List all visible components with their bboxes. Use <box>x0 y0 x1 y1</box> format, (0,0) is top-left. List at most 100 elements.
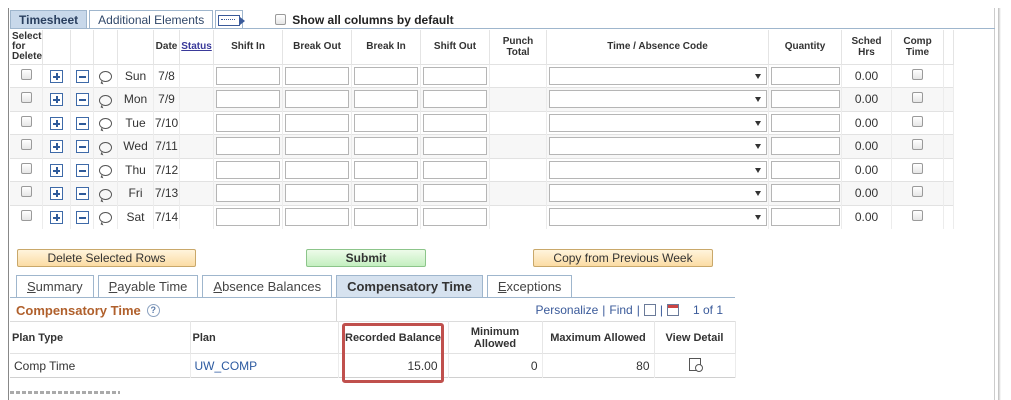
comp-time-checkbox[interactable] <box>912 68 924 80</box>
tab-additional-elements[interactable]: Additional Elements <box>89 10 214 29</box>
break-in-field[interactable] <box>354 66 419 85</box>
summary-tab-underline <box>10 297 735 298</box>
tab-absence-balances[interactable]: Absence Balances <box>202 275 333 297</box>
tab-exceptions[interactable]: Exceptions <box>486 275 573 297</box>
break-in-field[interactable] <box>354 184 419 203</box>
copy-from-previous-week-button[interactable]: Copy from Previous Week <box>533 249 713 267</box>
break-in-field[interactable] <box>354 137 419 156</box>
tab-summary[interactable]: Summary <box>16 275 94 297</box>
cut-off-text <box>10 388 130 394</box>
add-row-icon[interactable] <box>50 187 64 201</box>
comp-time-checkbox[interactable] <box>912 162 924 174</box>
time-absence-code-select[interactable] <box>548 113 767 132</box>
select-delete-checkbox[interactable] <box>20 210 32 221</box>
comment-icon[interactable] <box>99 71 113 83</box>
quantity-field[interactable] <box>770 208 840 226</box>
comp-time-checkbox[interactable] <box>912 139 924 151</box>
add-row-icon[interactable] <box>50 93 64 107</box>
shift-out-field[interactable] <box>423 137 488 156</box>
tab-timesheet[interactable]: Timesheet <box>10 10 88 29</box>
quantity-field[interactable] <box>770 184 840 203</box>
view-all-icon[interactable] <box>643 304 656 316</box>
delete-row-icon[interactable] <box>75 69 89 83</box>
quantity-field[interactable] <box>770 137 840 156</box>
delete-row-icon[interactable] <box>75 211 89 225</box>
delete-row-icon[interactable] <box>75 163 89 177</box>
comment-icon[interactable] <box>99 212 113 224</box>
shift-in-field[interactable] <box>216 137 281 156</box>
quantity-field[interactable] <box>770 113 840 132</box>
break-out-field[interactable] <box>285 66 350 85</box>
date-label: 7/8 <box>153 63 181 88</box>
break-in-field[interactable] <box>354 113 419 132</box>
show-all-checkbox[interactable] <box>275 14 287 25</box>
break-out-field[interactable] <box>285 113 350 132</box>
show-all-columns-toggle[interactable] <box>215 10 246 29</box>
tab-compensatory-time[interactable]: Compensatory Time <box>336 275 483 297</box>
select-delete-checkbox[interactable] <box>20 68 32 80</box>
submit-button[interactable]: Submit <box>306 249 426 267</box>
comment-icon[interactable] <box>99 141 113 153</box>
download-icon[interactable] <box>666 304 679 316</box>
add-row-icon[interactable] <box>50 116 64 130</box>
break-out-field[interactable] <box>285 184 350 203</box>
quantity-field[interactable] <box>770 160 840 179</box>
select-delete-checkbox[interactable] <box>20 139 32 151</box>
shift-out-field[interactable] <box>423 66 488 85</box>
shift-in-field[interactable] <box>216 90 281 109</box>
shift-in-field[interactable] <box>216 208 281 226</box>
break-in-field[interactable] <box>354 160 419 179</box>
shift-out-field[interactable] <box>423 90 488 109</box>
time-absence-code-select[interactable] <box>548 160 767 179</box>
break-out-field[interactable] <box>285 208 350 226</box>
break-in-field[interactable] <box>354 90 419 109</box>
comment-icon[interactable] <box>99 188 113 200</box>
shift-in-field[interactable] <box>216 113 281 132</box>
break-out-field[interactable] <box>285 160 350 179</box>
comment-icon[interactable] <box>99 94 113 106</box>
time-absence-code-select[interactable] <box>548 184 767 203</box>
quantity-field[interactable] <box>770 66 840 85</box>
delete-row-icon[interactable] <box>75 93 89 107</box>
add-row-icon[interactable] <box>50 69 64 83</box>
delete-row-icon[interactable] <box>75 116 89 130</box>
shift-out-field[interactable] <box>423 184 488 203</box>
select-delete-checkbox[interactable] <box>20 162 32 174</box>
comp-time-checkbox[interactable] <box>912 210 924 221</box>
show-all-columns-option: Show all columns by default <box>275 10 454 29</box>
time-absence-code-select[interactable] <box>548 137 767 156</box>
tab-payable-time[interactable]: Payable Time <box>97 275 199 297</box>
comment-icon[interactable] <box>99 165 113 177</box>
header-status[interactable]: Status <box>179 30 215 64</box>
select-delete-checkbox[interactable] <box>20 92 32 104</box>
add-row-icon[interactable] <box>50 163 64 177</box>
time-absence-code-select[interactable] <box>548 66 767 85</box>
delete-row-icon[interactable] <box>75 140 89 154</box>
delete-selected-rows-button[interactable]: Delete Selected Rows <box>17 249 196 267</box>
shift-in-field[interactable] <box>216 66 281 85</box>
time-absence-code-select[interactable] <box>548 90 767 109</box>
shift-out-field[interactable] <box>423 113 488 132</box>
view-detail-icon[interactable] <box>688 357 703 372</box>
add-row-icon[interactable] <box>50 140 64 154</box>
break-out-field[interactable] <box>285 90 350 109</box>
comp-time-checkbox[interactable] <box>912 115 924 127</box>
quantity-field[interactable] <box>770 90 840 109</box>
comp-time-checkbox[interactable] <box>912 186 924 198</box>
time-absence-code-select[interactable] <box>548 208 767 226</box>
comment-icon[interactable] <box>99 118 113 130</box>
shift-out-field[interactable] <box>423 208 488 226</box>
break-in-field[interactable] <box>354 208 419 226</box>
delete-row-icon[interactable] <box>75 187 89 201</box>
shift-in-field[interactable] <box>216 184 281 203</box>
shift-out-field[interactable] <box>423 160 488 179</box>
add-row-icon[interactable] <box>50 211 64 225</box>
comp-time-checkbox[interactable] <box>912 92 924 104</box>
break-out-field[interactable] <box>285 137 350 156</box>
select-delete-checkbox[interactable] <box>20 186 32 198</box>
personalize-link[interactable]: Personalize <box>536 303 599 317</box>
find-link[interactable]: Find <box>609 303 632 317</box>
shift-in-field[interactable] <box>216 160 281 179</box>
help-icon[interactable]: ? <box>146 303 160 317</box>
select-delete-checkbox[interactable] <box>20 115 32 127</box>
